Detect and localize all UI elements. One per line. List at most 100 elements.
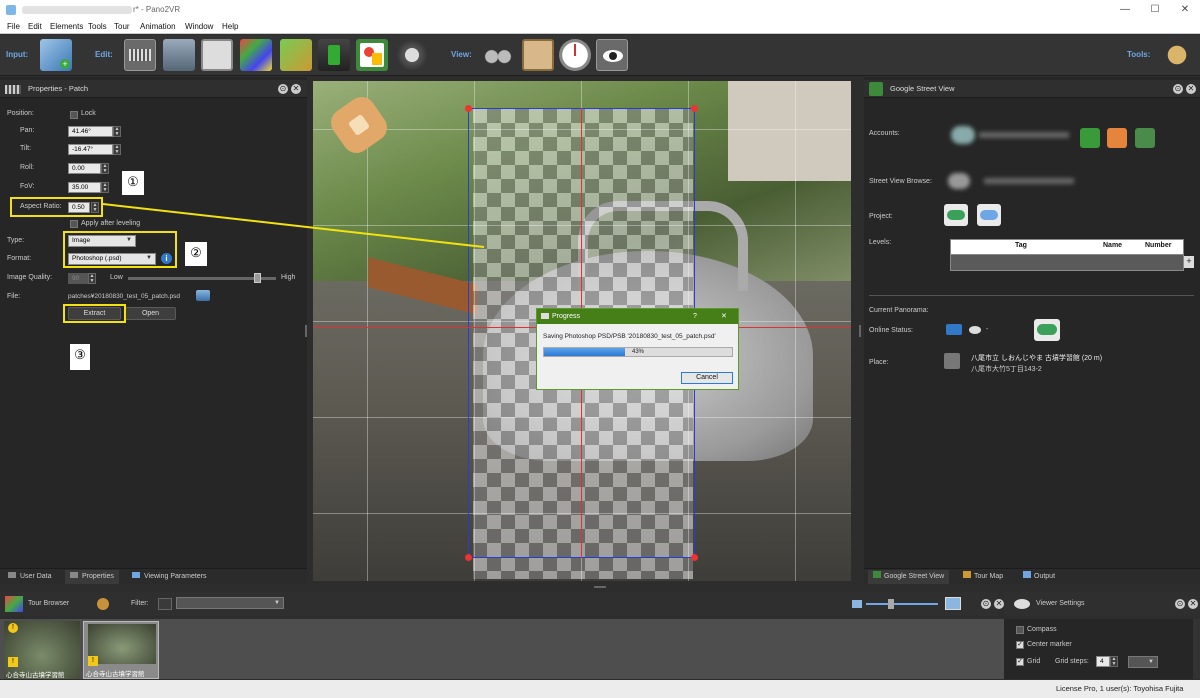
grid-checkbox[interactable]: ✓	[1016, 658, 1024, 666]
annotation-3: ③	[70, 344, 90, 370]
tab-google-street-view[interactable]: Google Street View	[868, 570, 950, 584]
viewer-settings-close-button[interactable]: ✕	[1188, 599, 1198, 609]
menu-tour[interactable]: Tour	[114, 21, 130, 33]
patch-corner-bl[interactable]	[465, 554, 472, 561]
browse-image-icon[interactable]	[196, 290, 210, 301]
thumb-small-icon[interactable]	[852, 600, 862, 608]
tour-map-icon[interactable]	[280, 39, 312, 71]
tools-icon[interactable]	[1161, 39, 1193, 71]
gsv-panel: Google Street View ⊙ ✕ Accounts: Street …	[864, 77, 1200, 568]
minimize-button[interactable]: —	[1110, 0, 1140, 20]
thumb-size-slider[interactable]	[866, 603, 938, 605]
thumb-size-handle[interactable]	[888, 599, 894, 609]
col-number[interactable]: Number	[1145, 242, 1171, 249]
image-quality-field[interactable]: 90	[68, 273, 88, 284]
menu-animation[interactable]: Animation	[140, 21, 176, 33]
menu-file[interactable]: File	[7, 21, 20, 33]
remove-account-icon[interactable]	[1107, 128, 1127, 148]
tour-close-button[interactable]: ✕	[994, 599, 1004, 609]
center-marker-checkbox[interactable]: ✓	[1016, 641, 1024, 649]
menu-help[interactable]: Help	[222, 21, 238, 33]
tab-tour-map[interactable]: Tour Map	[963, 570, 1003, 584]
user-filter-icon[interactable]	[97, 598, 109, 610]
cloud-download-icon[interactable]	[977, 204, 1001, 226]
google-street-view-icon[interactable]	[356, 39, 388, 71]
thumb-large-icon[interactable]	[945, 597, 961, 610]
viewer-edit-icon[interactable]	[163, 39, 195, 71]
levels-empty-row[interactable]	[951, 254, 1183, 270]
id-card-icon[interactable]	[201, 39, 233, 71]
grid-color-select[interactable]: ▼	[1128, 656, 1158, 668]
tilt-stepper[interactable]: ▲ ▼	[113, 144, 121, 155]
compass-checkbox[interactable]	[1016, 626, 1024, 634]
pan-stepper[interactable]: ▲ ▼	[113, 126, 121, 137]
splitter-left[interactable]	[305, 325, 307, 337]
skin-editor-icon[interactable]	[240, 39, 272, 71]
apply-leveling-checkbox[interactable]	[70, 220, 78, 228]
tab-output[interactable]: Output	[1023, 570, 1055, 584]
film-reel-icon[interactable]	[396, 39, 428, 71]
pan-field[interactable]: 41.46°	[68, 126, 113, 137]
filter-select[interactable]: ▼	[176, 597, 284, 609]
left-tab-bar: User Data Properties Viewing Parameters	[0, 568, 307, 584]
splitter-bottom[interactable]	[594, 586, 606, 588]
tab-viewing-parameters[interactable]: Viewing Parameters	[132, 570, 207, 584]
lock-checkbox[interactable]	[70, 111, 78, 119]
image-quality-stepper[interactable]: ▲ ▼	[88, 273, 96, 284]
tab-properties[interactable]: Properties	[65, 570, 119, 584]
close-button[interactable]: ✕	[1170, 0, 1200, 20]
fov-stepper[interactable]: ▲ ▼	[101, 182, 109, 193]
menu-tools[interactable]: Tools	[88, 21, 107, 33]
roll-stepper[interactable]: ▲ ▼	[101, 163, 109, 174]
col-tag[interactable]: Tag	[1015, 242, 1027, 249]
patch-corner-tr[interactable]	[691, 105, 698, 112]
binoculars-icon[interactable]	[482, 39, 514, 71]
maximize-button[interactable]: ☐	[1140, 0, 1170, 20]
grid-steps-stepper[interactable]: ▲ ▼	[1110, 656, 1118, 667]
close-panel-button[interactable]: ✕	[291, 84, 301, 94]
cloud-upload-icon[interactable]	[944, 204, 968, 226]
viewer-settings-scrollbar[interactable]	[1193, 619, 1200, 679]
grid-steps-field[interactable]: 4	[1096, 656, 1110, 667]
progress-dialog-header: Progress ? ✕	[537, 309, 738, 324]
place-label: Place:	[869, 359, 889, 366]
patch-corner-tl[interactable]	[465, 105, 472, 112]
progress-help-button[interactable]: ?	[693, 309, 697, 324]
patch-corner-br[interactable]	[691, 554, 698, 561]
gsv-close-button[interactable]: ✕	[1186, 84, 1196, 94]
annotation-1: ①	[122, 171, 144, 195]
hotspot-icon[interactable]	[318, 39, 350, 71]
quality-slider-handle[interactable]	[254, 273, 261, 283]
splitter-right[interactable]	[859, 325, 861, 337]
tab-properties-label: Properties	[82, 573, 114, 580]
tour-thumbnail-2[interactable]: ! 心合寺山古墳学習館	[83, 621, 159, 679]
tour-float-button[interactable]: ⊙	[981, 599, 991, 609]
menu-edit[interactable]: Edit	[28, 21, 42, 33]
open-button[interactable]: Open	[125, 307, 176, 320]
add-level-button[interactable]: +	[1184, 256, 1194, 268]
col-name[interactable]: Name	[1103, 242, 1122, 249]
menu-window[interactable]: Window	[185, 21, 213, 33]
fov-field[interactable]: 35.00	[68, 182, 101, 193]
gsv-float-button[interactable]: ⊙	[1173, 84, 1183, 94]
progress-close-button[interactable]: ✕	[721, 309, 727, 324]
menu-elements[interactable]: Elements	[50, 21, 83, 33]
float-panel-button[interactable]: ⊙	[278, 84, 288, 94]
verified-shield-icon[interactable]	[1080, 128, 1100, 148]
tour-thumbnail-1[interactable]: ! ! 心合寺山古墳学習館	[4, 621, 80, 679]
viewer-settings-float-button[interactable]: ⊙	[1175, 599, 1185, 609]
levels-label: Levels:	[869, 239, 892, 246]
patch-tool-icon[interactable]	[124, 39, 156, 71]
clipboard-icon[interactable]	[522, 39, 554, 71]
compass-icon[interactable]	[559, 39, 591, 71]
viewer-settings-header: Viewer Settings ⊙ ✕	[1004, 592, 1200, 616]
add-input-icon[interactable]: +	[40, 39, 72, 71]
cancel-button[interactable]: Cancel	[681, 372, 733, 384]
publish-cloud-icon[interactable]	[1034, 319, 1060, 341]
tab-user-data[interactable]: User Data	[8, 570, 52, 584]
add-account-icon[interactable]	[1135, 128, 1155, 148]
eye-icon[interactable]	[596, 39, 628, 71]
filter-bandage-icon[interactable]	[158, 598, 172, 610]
tilt-field[interactable]: -16.47°	[68, 144, 113, 155]
roll-field[interactable]: 0.00	[68, 163, 101, 174]
